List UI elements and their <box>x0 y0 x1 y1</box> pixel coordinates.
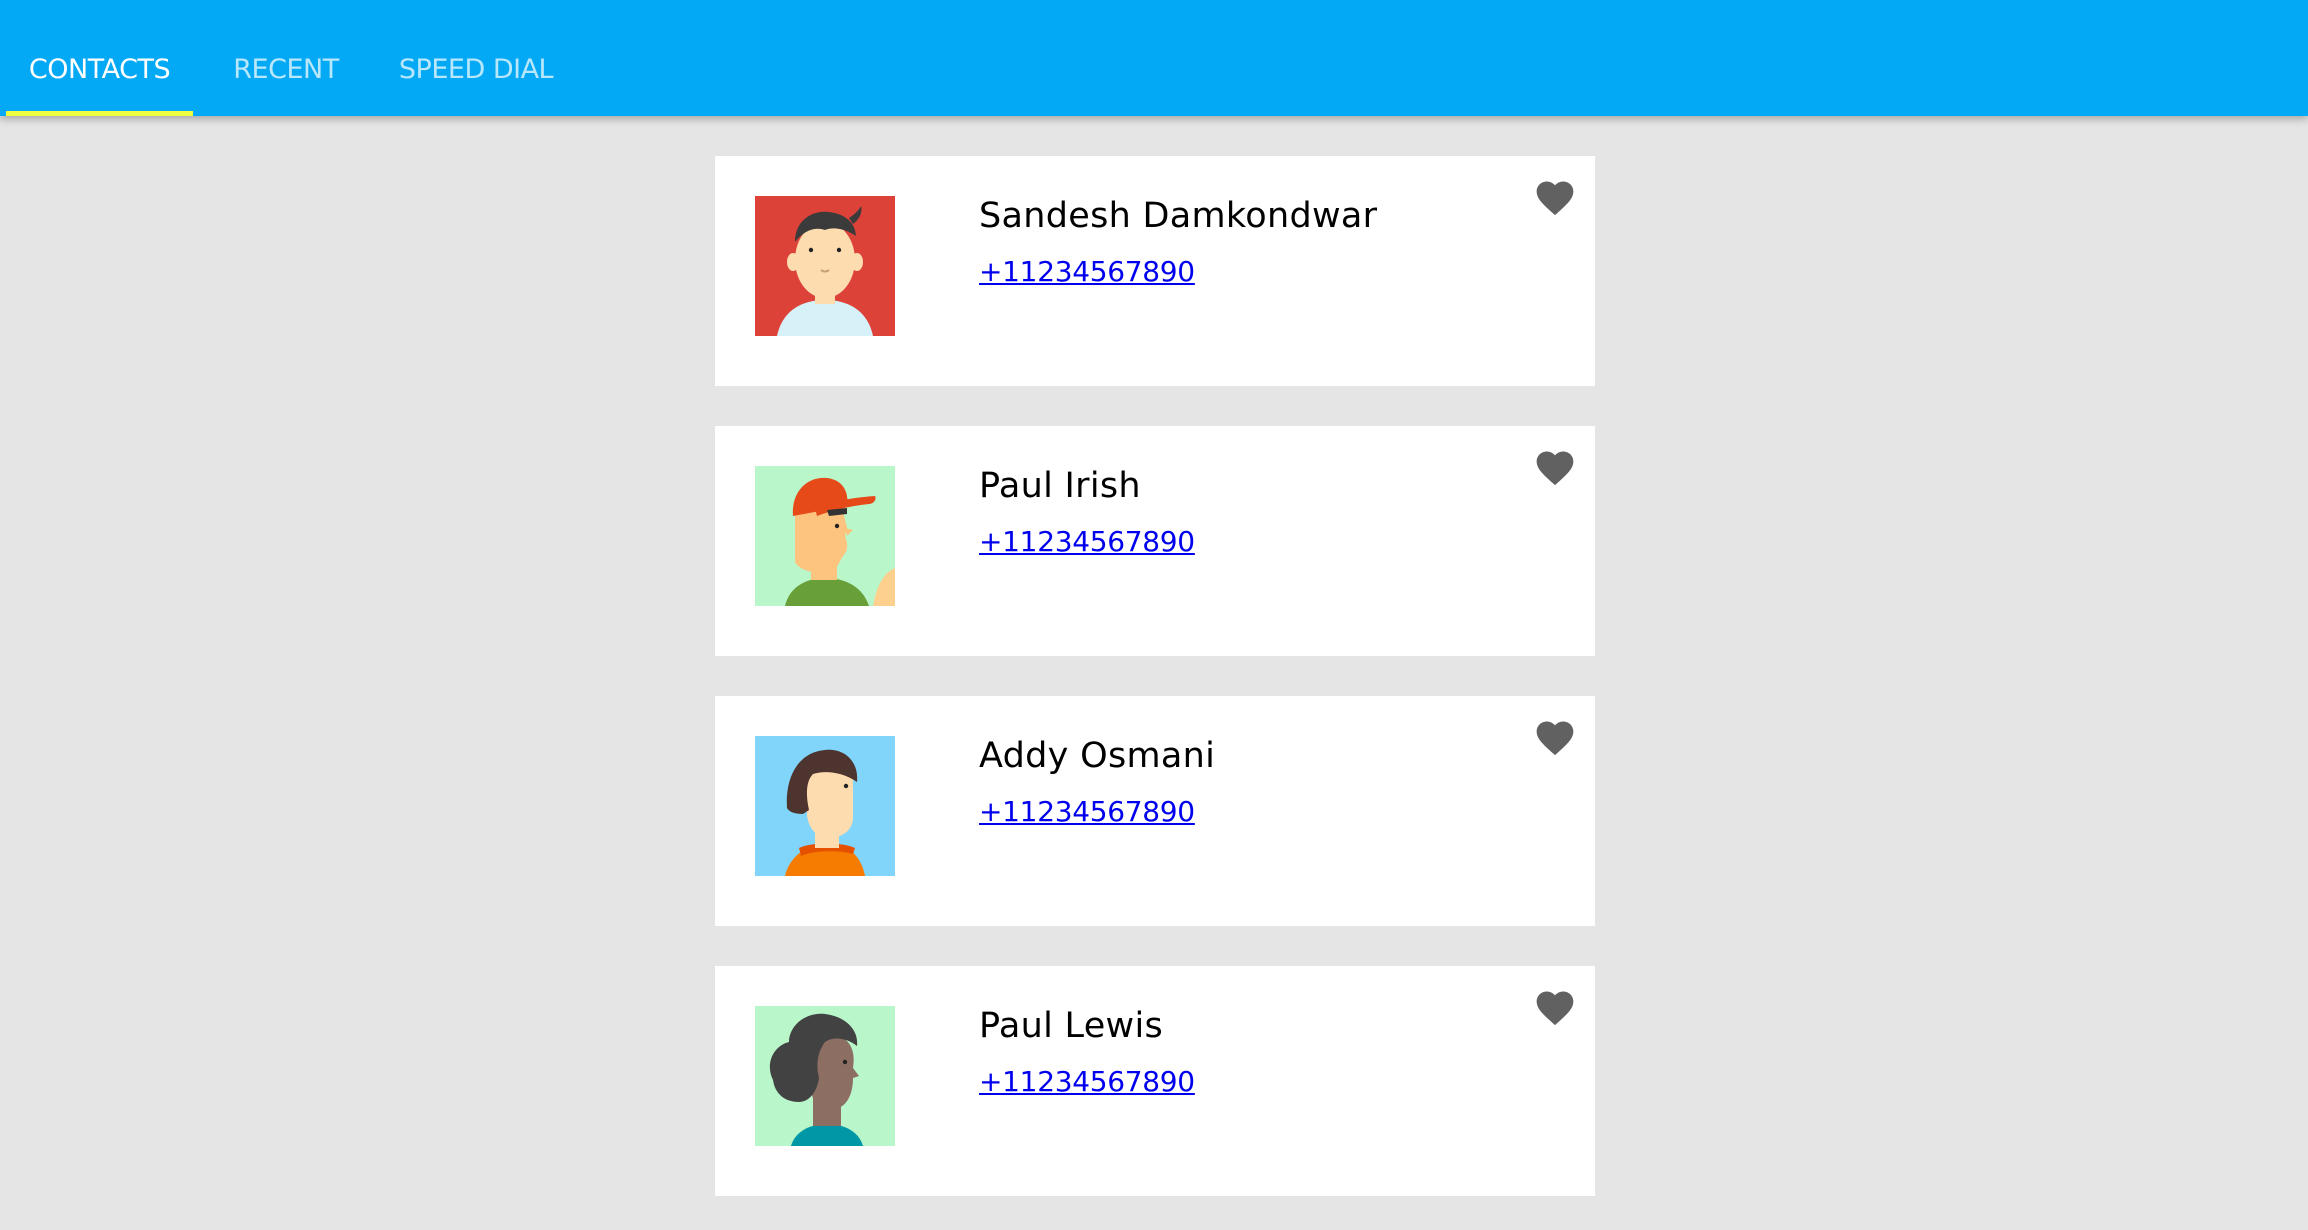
contact-name: Addy Osmani <box>979 736 1216 776</box>
avatar <box>755 466 895 606</box>
phone-link[interactable]: +11234567890 <box>979 525 1195 558</box>
tab-contacts[interactable]: CONTACTS <box>6 0 193 116</box>
app-header: CONTACTS RECENT SPEED DIAL <box>0 0 2308 116</box>
contact-name: Sandesh Damkondwar <box>979 196 1378 236</box>
avatar <box>755 736 895 876</box>
avatar <box>755 196 895 336</box>
contact-card[interactable]: Addy Osmani +11234567890 <box>715 696 1595 926</box>
tab-speed-dial[interactable]: SPEED DIAL <box>380 0 572 116</box>
favorite-heart-icon[interactable] <box>1533 446 1577 490</box>
avatar-boy-red-background-icon <box>755 196 895 336</box>
contact-card[interactable]: Paul Irish +11234567890 <box>715 426 1595 656</box>
active-tab-indicator <box>6 111 193 116</box>
avatar-girl-blue-background-icon <box>755 736 895 876</box>
favorite-heart-icon[interactable] <box>1533 176 1577 220</box>
phone-link[interactable]: +11234567890 <box>979 1065 1195 1098</box>
contact-card[interactable]: Paul Lewis +11234567890 <box>715 966 1595 1196</box>
contact-name: Paul Lewis <box>979 1006 1164 1046</box>
contact-card[interactable]: Sandesh Damkondwar +11234567890 <box>715 156 1595 386</box>
avatar-boy-cap-green-background-icon <box>755 466 895 606</box>
contact-name: Paul Irish <box>979 466 1141 506</box>
tab-recent[interactable]: RECENT <box>212 0 360 116</box>
favorite-heart-icon[interactable] <box>1533 716 1577 760</box>
phone-link[interactable]: +11234567890 <box>979 795 1195 828</box>
avatar <box>755 1006 895 1146</box>
favorite-heart-icon[interactable] <box>1533 986 1577 1030</box>
avatar-curly-hair-green-background-icon <box>755 1006 895 1146</box>
phone-link[interactable]: +11234567890 <box>979 255 1195 288</box>
